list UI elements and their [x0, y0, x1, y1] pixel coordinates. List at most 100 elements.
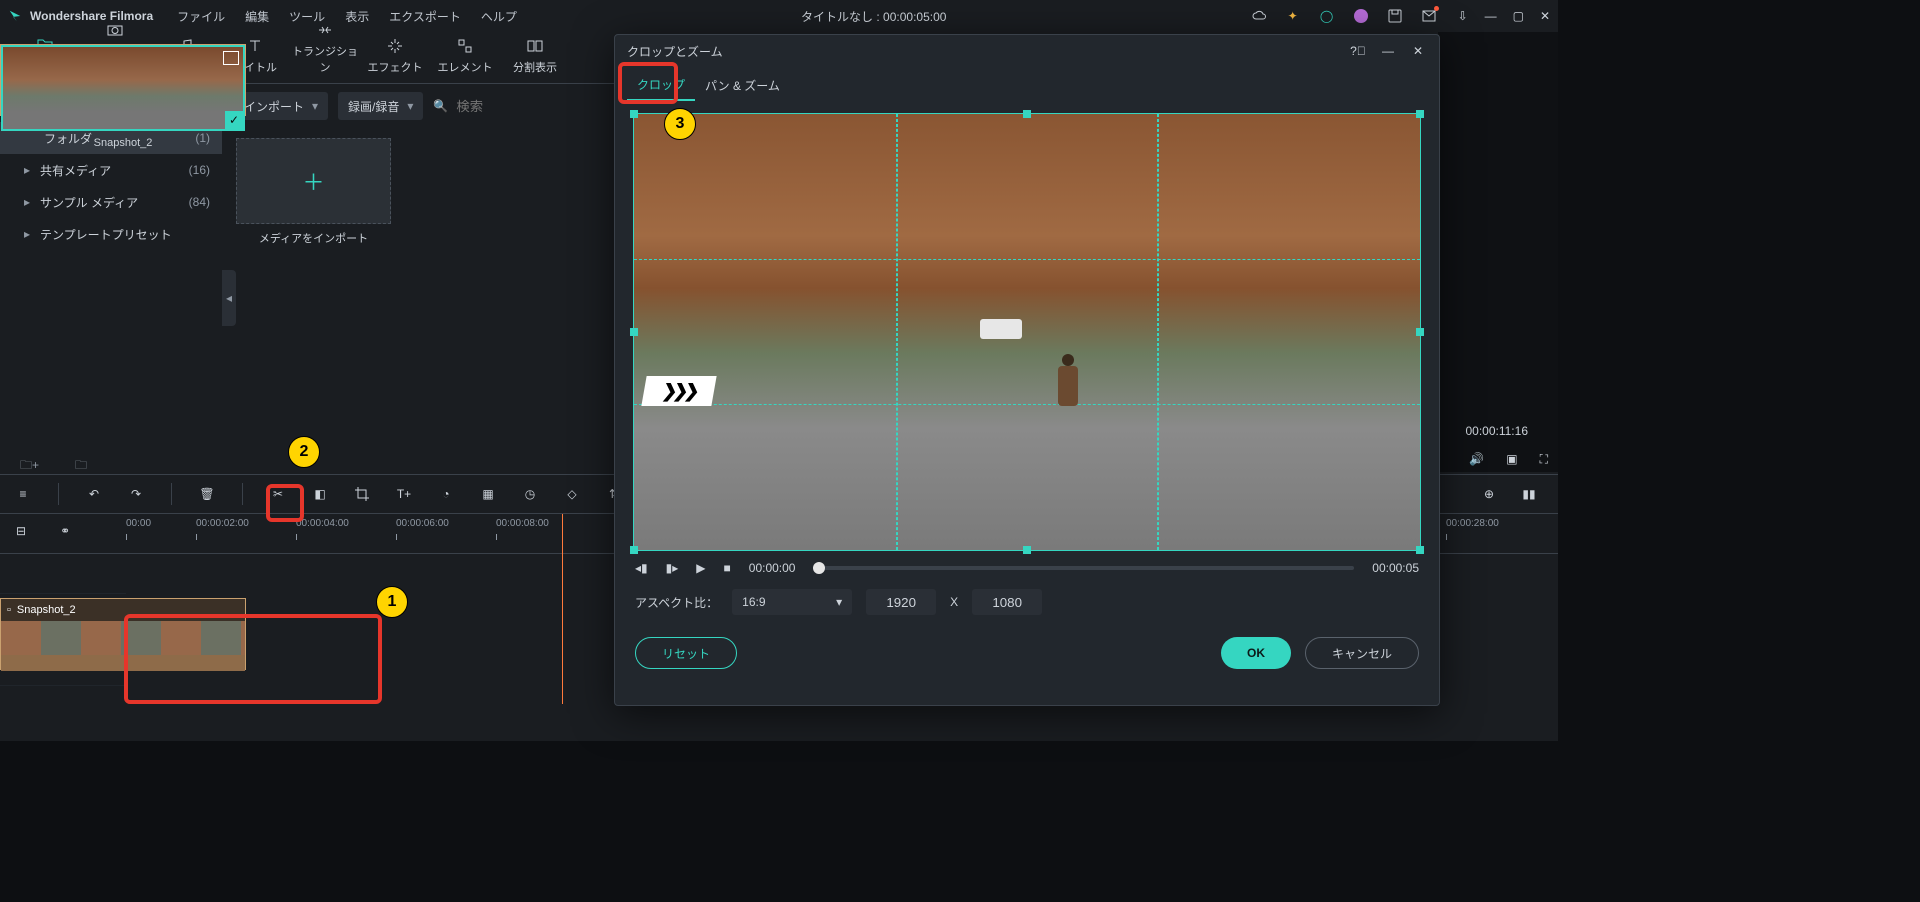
idea-icon[interactable]: ✦ [1285, 8, 1301, 24]
ok-button[interactable]: OK [1221, 637, 1291, 669]
snapshot-icon[interactable]: ▣ [1506, 452, 1517, 467]
avatar-icon[interactable] [1353, 8, 1369, 24]
crop-height-input[interactable] [972, 589, 1042, 615]
ruler-tick: 00:00 [126, 518, 151, 529]
chevron-down-icon: ▾ [312, 99, 318, 113]
step-back-icon[interactable]: ◂▮ [635, 561, 648, 575]
record-dropdown[interactable]: 録画/録音▾ [338, 92, 423, 120]
tab-transition-label: トランジション [292, 46, 358, 74]
speed-icon[interactable]: ◔ [437, 485, 455, 503]
cloud-icon[interactable] [1251, 8, 1267, 24]
timeline-collapse-icon[interactable]: ⊟ [16, 524, 26, 538]
annotation-callout-2: 2 [288, 436, 320, 468]
sidebar-collapse-handle[interactable]: ◂ [222, 270, 236, 326]
crop-handle[interactable] [1416, 546, 1424, 554]
aspect-label: アスペクト比： [635, 594, 718, 611]
player-scrubber[interactable] [813, 566, 1354, 570]
tab-split[interactable]: 分割表示 [500, 33, 570, 83]
reset-button[interactable]: リセット [635, 637, 737, 669]
step-fwd-icon[interactable]: ▮▸ [666, 561, 679, 575]
aspect-x-label: X [950, 595, 958, 609]
undo-icon[interactable]: ↶ [85, 485, 103, 503]
timeline-link-icon[interactable]: ⚭ [60, 524, 70, 538]
menu-edit[interactable]: 編集 [245, 8, 269, 25]
delete-icon[interactable]: 🗑 [198, 485, 216, 503]
tab-transition[interactable]: トランジション [290, 17, 360, 83]
cut-icon[interactable]: ✂ [269, 485, 287, 503]
window-maximize-icon[interactable]: ▢ [1513, 9, 1524, 23]
redo-icon[interactable]: ↷ [127, 485, 145, 503]
add-text-icon[interactable]: T+ [395, 485, 413, 503]
fullscreen-icon[interactable]: ⛶ [1540, 452, 1548, 467]
ruler-tick: 00:00:02:00 [196, 518, 249, 529]
sidebar-item-shared-media[interactable]: 共有メディア (16) [0, 154, 222, 186]
markers-icon[interactable]: ▮▮ [1520, 485, 1538, 503]
text-icon [246, 37, 264, 55]
media-search[interactable]: 🔍 [433, 98, 583, 115]
play-icon[interactable]: ▶ [696, 561, 705, 575]
menu-export[interactable]: エクスポート [389, 8, 461, 25]
timeline-clip[interactable]: ▫Snapshot_2 [0, 598, 246, 670]
title-bar: Wondershare Filmora ファイル 編集 ツール 表示 エクスポー… [0, 0, 1558, 32]
save-icon[interactable] [1387, 8, 1403, 24]
ruler-tick: 00:00:04:00 [296, 518, 349, 529]
aspect-ratio-select[interactable]: 16:9▾ [732, 589, 852, 615]
player-start-tc: 00:00:00 [749, 561, 796, 575]
import-media-tile[interactable]: ＋ メディアをインポート [236, 138, 391, 246]
dialog-tab-crop[interactable]: クロップ [627, 70, 695, 101]
sidebar-item-sample-media[interactable]: サンプル メディア(84) [0, 186, 222, 218]
playhead[interactable] [562, 514, 563, 704]
media-clip-tile[interactable]: ✓ Snapshot_2 [0, 44, 246, 116]
crop-icon[interactable] [353, 485, 371, 503]
import-dropdown[interactable]: インポート▾ [234, 92, 328, 120]
clock-icon[interactable]: ◷ [521, 485, 539, 503]
search-input[interactable] [454, 98, 554, 115]
ruler-tick: 00:00:08:00 [496, 518, 549, 529]
sidebar-item-template-preset[interactable]: テンプレートプリセット [0, 218, 222, 250]
mail-icon[interactable] [1421, 8, 1437, 24]
crop-handle[interactable] [1023, 546, 1031, 554]
menu-file[interactable]: ファイル [177, 8, 225, 25]
search-icon: 🔍 [433, 99, 448, 113]
volume-icon[interactable]: 🔊 [1469, 452, 1484, 467]
sidebar-item-label: 共有メディア [40, 162, 111, 179]
dialog-minimize-icon[interactable]: — [1379, 42, 1397, 60]
open-folder-icon[interactable]: 🗀 [75, 456, 87, 477]
crop-width-input[interactable] [866, 589, 936, 615]
mic-icon[interactable]: ⇩ [1455, 8, 1471, 24]
stop-icon[interactable]: ■ [724, 561, 731, 575]
dialog-player: ◂▮ ▮▸ ▶ ■ 00:00:00 00:00:05 [615, 551, 1439, 585]
crop-preview[interactable]: ❯❯❯ [633, 113, 1421, 551]
crop-handle[interactable] [1416, 110, 1424, 118]
cancel-button[interactable]: キャンセル [1305, 637, 1419, 669]
new-folder-icon[interactable]: 🗀+ [20, 456, 39, 477]
colorgrade-icon[interactable]: ▦ [479, 485, 497, 503]
menu-help[interactable]: ヘルプ [481, 8, 517, 25]
keyframe-icon[interactable]: ◇ [563, 485, 581, 503]
crop-handle[interactable] [1023, 110, 1031, 118]
hamburger-icon[interactable]: ≡ [14, 485, 32, 503]
crop-handle[interactable] [630, 110, 638, 118]
crop-handle[interactable] [630, 546, 638, 554]
tab-effect[interactable]: エフェクト [360, 33, 430, 83]
crop-handle[interactable] [630, 328, 638, 336]
window-minimize-icon[interactable]: — [1485, 9, 1497, 23]
import-tile-label: メディアをインポート [236, 230, 391, 246]
help-icon[interactable]: ?⃝ [1349, 42, 1367, 60]
camera-icon [106, 21, 124, 39]
tag-icon[interactable]: ◧ [311, 485, 329, 503]
sidebar-item-count: (16) [189, 163, 210, 177]
tab-element[interactable]: エレメント [430, 33, 500, 83]
person-decor [1058, 354, 1078, 434]
window-close-icon[interactable]: ✕ [1540, 9, 1550, 23]
player-end-tc: 00:00:05 [1372, 561, 1419, 575]
add-track-icon[interactable]: ⊕ [1480, 485, 1498, 503]
chevron-right-icon [24, 227, 32, 241]
plus-icon: ＋ [302, 165, 324, 197]
split-icon [526, 37, 544, 55]
dialog-tab-panzoom[interactable]: パン & ズーム [695, 71, 790, 100]
crop-handle[interactable] [1416, 328, 1424, 336]
dialog-close-icon[interactable]: ✕ [1409, 42, 1427, 60]
scrubber-knob[interactable] [813, 562, 825, 574]
headset-icon[interactable]: ◯ [1319, 8, 1335, 24]
